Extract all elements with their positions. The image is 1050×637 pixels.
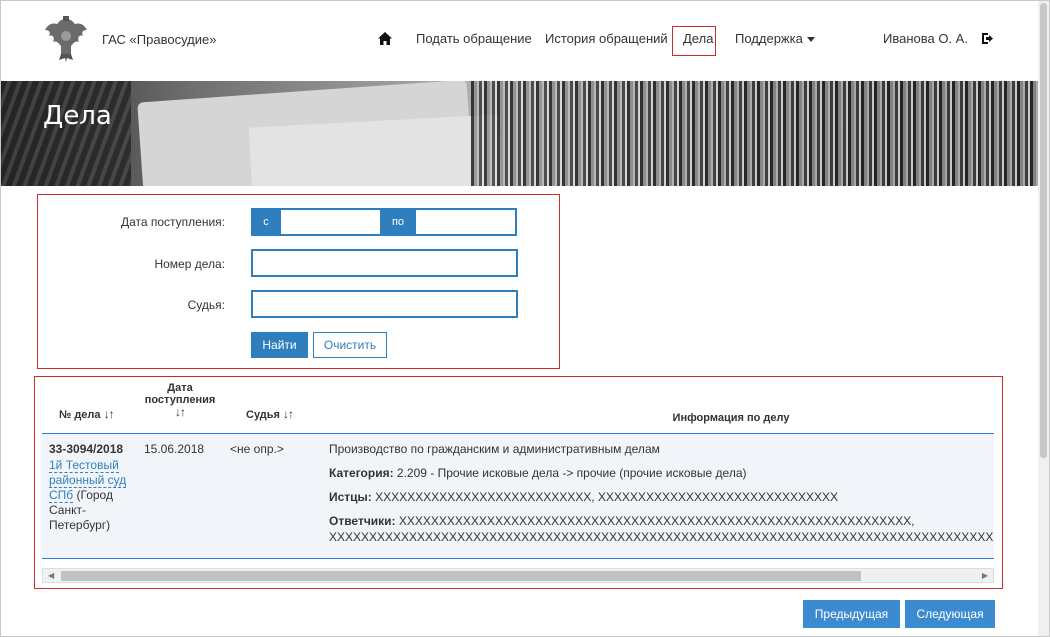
user-name[interactable]: Иванова О. А. bbox=[883, 31, 968, 46]
nav-support-label: Поддержка bbox=[735, 31, 803, 46]
plaintiffs-value: XXXXXXXXXXXXXXXXXXXXXXXXXXX, XXXXXXXXXXX… bbox=[375, 490, 839, 504]
col-header-judge[interactable]: Судья ↓↑ bbox=[246, 407, 294, 421]
col-header-judge-label: Судья bbox=[246, 409, 280, 421]
horizontal-scrollbar[interactable]: ◀ ▶ bbox=[42, 568, 994, 583]
category-label: Категория: bbox=[329, 466, 394, 480]
page-title: Дела bbox=[43, 101, 112, 131]
nav-submit-appeal[interactable]: Подать обращение bbox=[416, 31, 532, 46]
defendants-value: XXXXXXXXXXXXXXXXXXXXXXXXXXXXXXXXXXXXXXXX… bbox=[398, 514, 915, 528]
scroll-right-icon[interactable]: ▶ bbox=[982, 571, 988, 580]
col-header-date[interactable]: Дата поступления ↓↑ bbox=[141, 382, 219, 419]
col-header-date-label: Дата поступления bbox=[144, 382, 216, 406]
top-navbar: ГАС «Правосудие» Подать обращение Истори… bbox=[1, 1, 1038, 81]
scrollbar-thumb[interactable] bbox=[61, 571, 861, 581]
court-cell: 1й Тестовый районный суд СПб (Город Санк… bbox=[49, 458, 131, 533]
case-date: 15.06.2018 bbox=[144, 442, 205, 456]
home-icon[interactable] bbox=[378, 32, 392, 48]
category-value: 2.209 - Прочие исковые дела -> прочие (п… bbox=[396, 466, 747, 480]
case-number[interactable]: 33-3094/2018 bbox=[49, 442, 131, 457]
coat-of-arms-logo[interactable] bbox=[41, 14, 91, 64]
next-page-button[interactable]: Следующая bbox=[905, 600, 995, 628]
col-header-number[interactable]: № дела ↓↑ bbox=[59, 407, 115, 421]
case-number-label: Номер дела: bbox=[154, 257, 225, 271]
case-number-input[interactable] bbox=[251, 249, 518, 277]
vertical-scrollbar-thumb[interactable] bbox=[1040, 3, 1047, 458]
prev-page-button[interactable]: Предыдущая bbox=[803, 600, 900, 628]
judge-label: Судья: bbox=[187, 298, 225, 312]
sort-icon: ↓↑ bbox=[283, 407, 294, 421]
date-to-addon: по bbox=[380, 208, 416, 236]
logout-icon[interactable] bbox=[982, 32, 996, 48]
find-button[interactable]: Найти bbox=[251, 332, 308, 358]
case-defendants: Ответчики: XXXXXXXXXXXXXXXXXXXXXXXXXXXXX… bbox=[329, 514, 914, 528]
sort-icon: ↓↑ bbox=[103, 407, 115, 421]
chevron-down-icon bbox=[806, 37, 815, 43]
date-from-addon: с bbox=[251, 208, 281, 236]
banner-decoration bbox=[248, 114, 504, 186]
nav-support[interactable]: Поддержка bbox=[735, 31, 815, 46]
banner-decoration bbox=[471, 81, 1038, 186]
case-plaintiffs: Истцы: XXXXXXXXXXXXXXXXXXXXXXXXXXX, XXXX… bbox=[329, 490, 838, 504]
sort-icon: ↓↑ bbox=[175, 405, 186, 419]
brand-name[interactable]: ГАС «Правосудие» bbox=[102, 32, 216, 47]
clear-button[interactable]: Очистить bbox=[313, 332, 387, 358]
plaintiffs-label: Истцы: bbox=[329, 490, 372, 504]
production-type: Производство по гражданским и администра… bbox=[329, 442, 660, 456]
case-judge: <не опр.> bbox=[230, 442, 284, 456]
browser-viewport: ГАС «Правосудие» Подать обращение Истори… bbox=[0, 0, 1050, 637]
scroll-left-icon[interactable]: ◀ bbox=[48, 571, 54, 580]
nav-cases[interactable]: Дела bbox=[683, 31, 713, 46]
judge-input[interactable] bbox=[251, 290, 518, 318]
nav-appeal-history[interactable]: История обращений bbox=[545, 31, 668, 46]
date-label: Дата поступления: bbox=[120, 215, 225, 229]
row-divider bbox=[42, 558, 994, 559]
col-header-info: Информация по делу bbox=[672, 412, 790, 424]
col-header-number-label: № дела bbox=[59, 409, 101, 421]
banner-decoration bbox=[1, 81, 131, 186]
defendants-label: Ответчики: bbox=[329, 514, 396, 528]
date-from-input[interactable] bbox=[281, 208, 381, 236]
page-banner bbox=[1, 81, 1038, 186]
date-to-input[interactable] bbox=[416, 208, 517, 236]
case-defendants-continued: XXXXXXXXXXXXXXXXXXXXXXXXXXXXXXXXXXXXXXXX… bbox=[329, 530, 993, 544]
case-category: Категория: 2.209 - Прочие исковые дела -… bbox=[329, 466, 747, 480]
